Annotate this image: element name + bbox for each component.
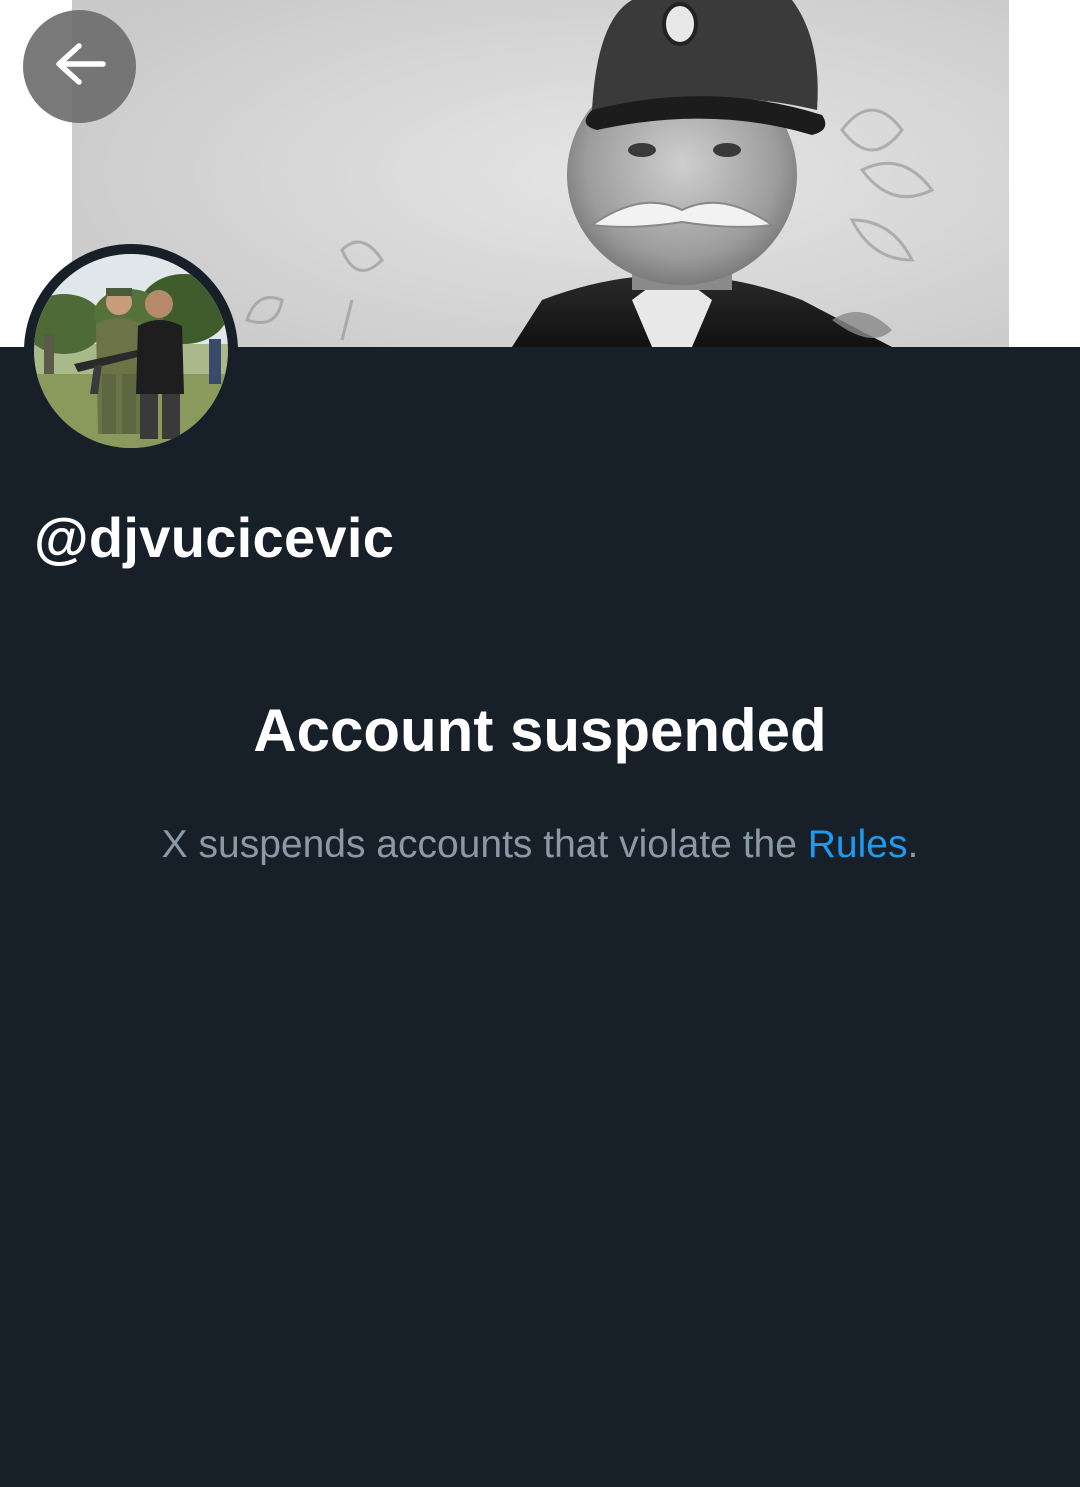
rules-link[interactable]: Rules bbox=[808, 823, 908, 866]
avatar[interactable] bbox=[24, 244, 238, 458]
suspension-message-suffix: . bbox=[907, 823, 919, 866]
avatar-photo bbox=[34, 254, 228, 448]
back-button[interactable] bbox=[23, 10, 136, 123]
suspension-title: Account suspended bbox=[253, 697, 827, 764]
arrow-left-icon bbox=[53, 42, 107, 91]
profile-page: @djvucicevic Account suspended X suspend… bbox=[0, 0, 1080, 1487]
profile-handle: @djvucicevic bbox=[34, 506, 395, 569]
suspension-message: X suspends accounts that violate the Rul… bbox=[0, 823, 1080, 867]
suspension-message-text: X suspends accounts that violate the bbox=[161, 823, 808, 866]
